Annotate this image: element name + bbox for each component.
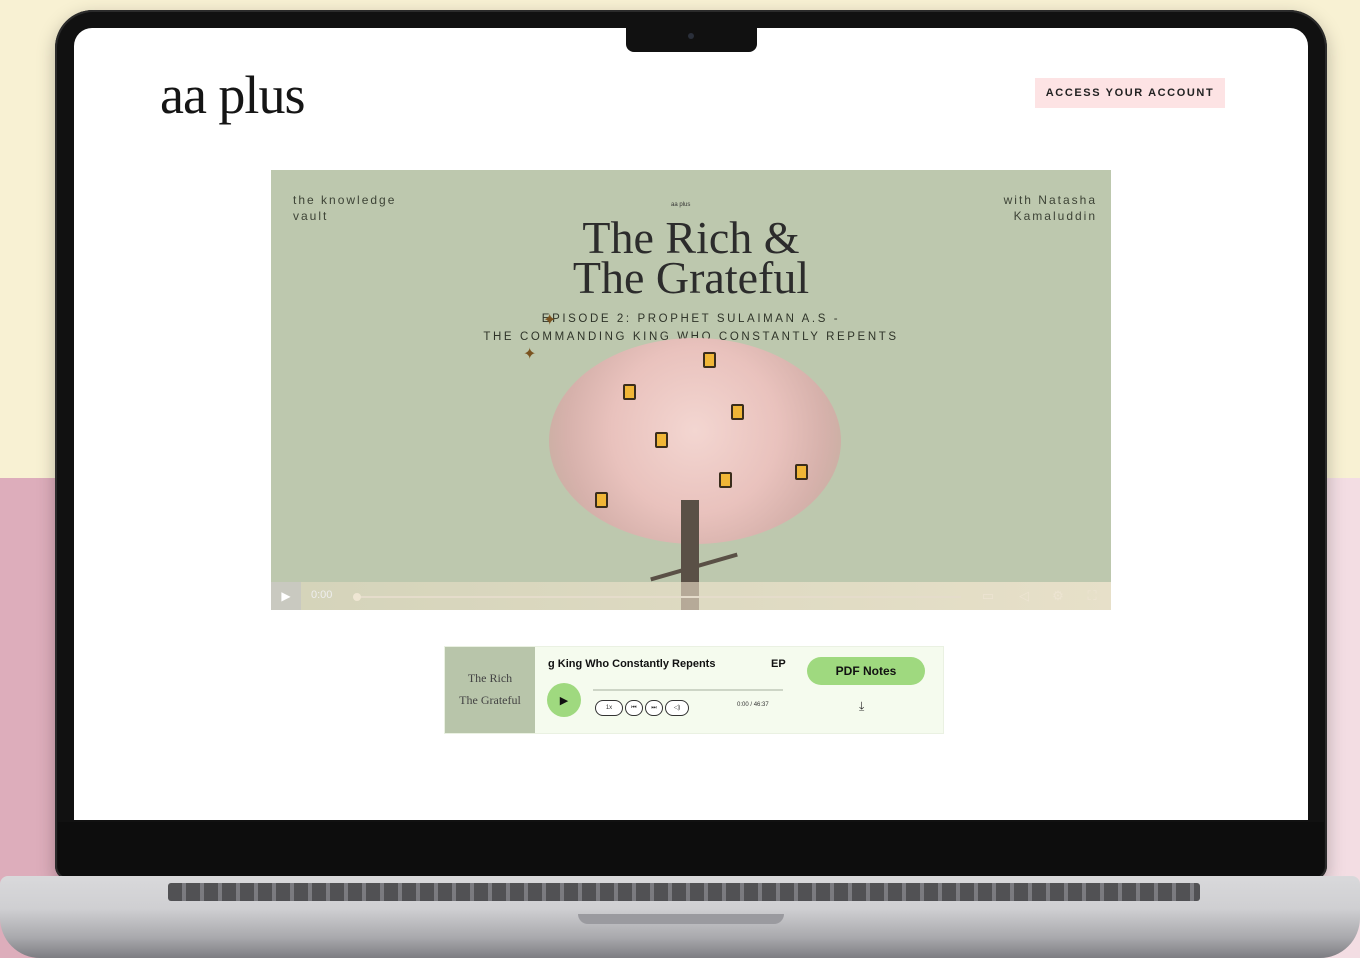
- video-progress-bar[interactable]: [353, 593, 961, 601]
- fullscreen-icon[interactable]: ⛶: [1083, 588, 1101, 604]
- video-player[interactable]: the knowledge vault with Natasha Kamalud…: [271, 170, 1111, 610]
- audio-cover-text: The Rich The Grateful: [445, 667, 535, 711]
- camera-icon: [688, 33, 694, 39]
- audio-cover-line-1: The Rich: [467, 671, 513, 685]
- video-play-button[interactable]: ▶: [271, 582, 301, 610]
- skip-back-icon[interactable]: ⏮: [625, 700, 643, 716]
- video-progress-knob[interactable]: [353, 593, 361, 601]
- audio-time-readout: 0:00 / 46:37: [737, 702, 769, 708]
- video-controls: ▶ 0:00 ▭ ◁ ⚙ ⛶: [271, 582, 1111, 610]
- speed-button[interactable]: 1x: [595, 700, 623, 716]
- audio-episode-label: EP: [771, 658, 786, 670]
- lantern-icon: [719, 472, 732, 488]
- video-title-line-2: The Grateful: [572, 252, 810, 303]
- bird-icon: ✦: [523, 346, 537, 363]
- camera-notch: [626, 26, 757, 52]
- audio-play-button[interactable]: ▶: [547, 683, 581, 717]
- lantern-icon: [655, 432, 668, 448]
- lantern-icon: [623, 384, 636, 400]
- laptop-chin: [58, 822, 1324, 878]
- bird-icon: ✦: [543, 312, 557, 329]
- video-subtitle-line-1: EPISODE 2: PROPHET SULAIMAN A.S -: [541, 313, 841, 325]
- lantern-icon: [795, 464, 808, 480]
- lantern-icon: [731, 404, 744, 420]
- video-title: The Rich & The Grateful: [271, 215, 1111, 303]
- skip-forward-icon[interactable]: ⏭: [645, 700, 663, 716]
- lantern-icon: [595, 492, 608, 508]
- audio-duration: 46:37: [753, 702, 769, 708]
- audio-current-time: 0:00: [737, 702, 749, 708]
- laptop-screen: aa plus ACCESS YOUR ACCOUNT the knowledg…: [74, 28, 1308, 820]
- video-time: 0:00: [311, 589, 333, 601]
- audio-track-title: g King Who Constantly Repents: [548, 658, 716, 670]
- captions-icon[interactable]: ▭: [979, 588, 997, 604]
- keyboard-edge: [168, 883, 1200, 901]
- audio-progress-bar[interactable]: [593, 689, 783, 691]
- audio-player-card: The Rich The Grateful g King Who Constan…: [444, 646, 944, 734]
- download-icon[interactable]: ⤓: [859, 699, 864, 714]
- audio-cover-thumbnail: The Rich The Grateful: [445, 647, 535, 733]
- settings-icon[interactable]: ⚙: [1049, 588, 1067, 604]
- audio-cover-line-2: The Grateful: [459, 693, 521, 707]
- pdf-notes-button[interactable]: PDF Notes: [807, 657, 925, 685]
- access-account-button[interactable]: ACCESS YOUR ACCOUNT: [1035, 78, 1225, 108]
- volume-icon[interactable]: ◁: [1015, 588, 1033, 604]
- lantern-icon: [703, 352, 716, 368]
- video-brand-mark: aa plus: [671, 202, 691, 208]
- site-logo[interactable]: aa plus: [160, 64, 305, 126]
- volume-icon[interactable]: ◁): [665, 700, 689, 716]
- laptop-opening-notch: [578, 914, 784, 924]
